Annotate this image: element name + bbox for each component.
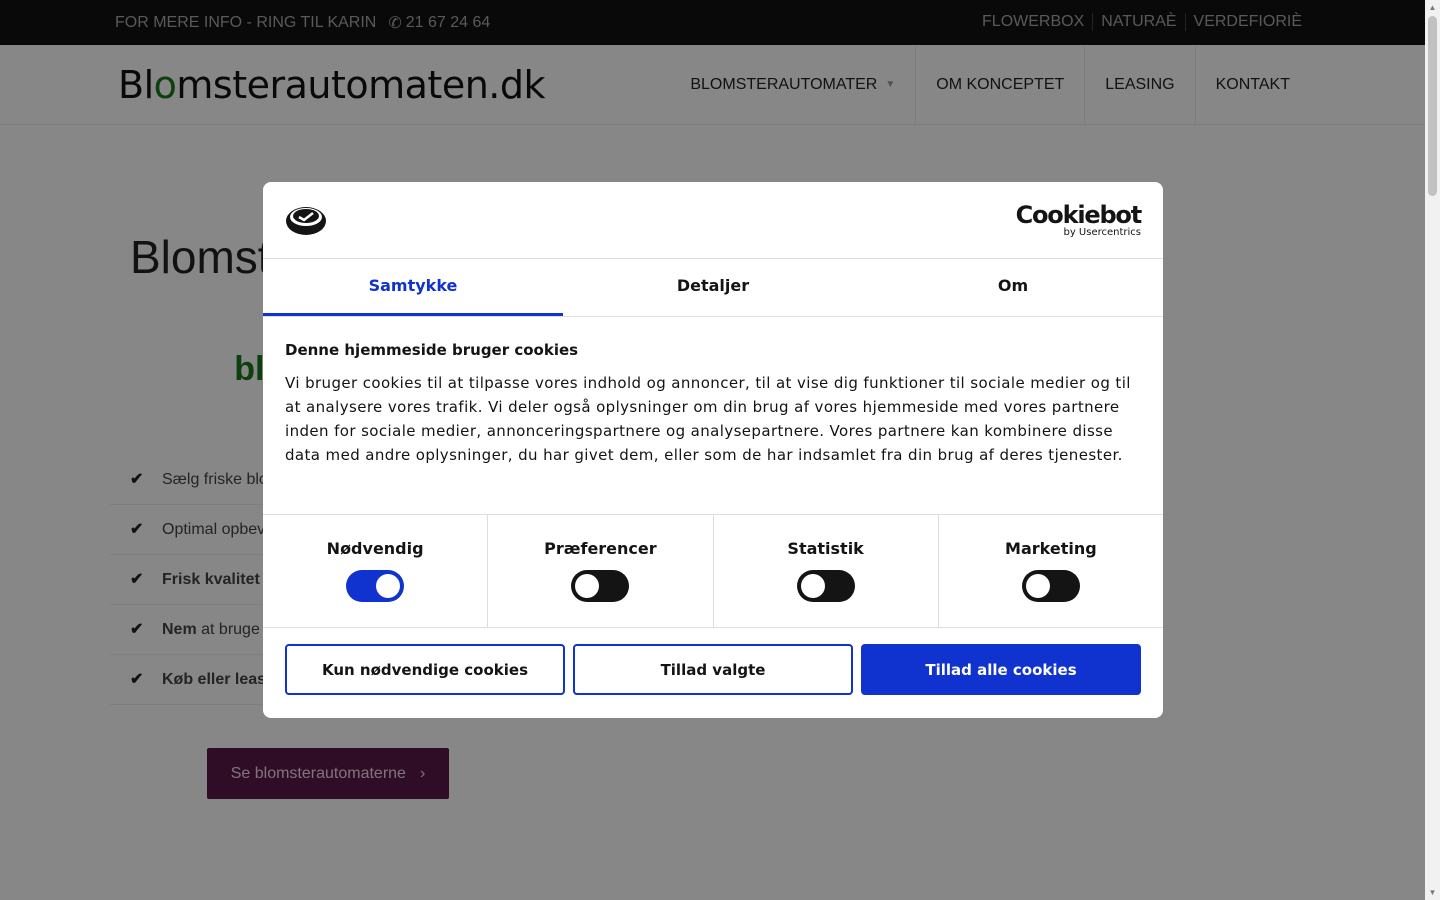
toggle-label: Statistik [787, 539, 864, 558]
switch-knob [575, 574, 600, 598]
scroll-down-icon[interactable]: ▼ [1425, 885, 1440, 900]
dialog-header: Cookiebot by Usercentrics [263, 182, 1163, 259]
switch-knob [800, 574, 825, 598]
statistics-switch[interactable] [796, 570, 855, 602]
marketing-switch[interactable] [1021, 570, 1080, 602]
consent-toggles: Nødvendig Præferencer Statistik Marketin… [263, 514, 1163, 628]
toggle-marketing: Marketing [937, 515, 1163, 627]
scrollbar-thumb[interactable] [1428, 16, 1437, 196]
toggle-statistics: Statistik [712, 515, 938, 627]
dialog-tabs: Samtykke Detaljer Om [263, 259, 1163, 317]
cookiebot-brand[interactable]: Cookiebot by Usercentrics [1015, 201, 1143, 238]
toggle-necessary: Nødvendig [263, 515, 487, 627]
necessary-switch[interactable] [346, 570, 405, 602]
dialog-body: Denne hjemmeside bruger cookies Vi bruge… [263, 317, 1163, 489]
switch-knob [376, 574, 401, 598]
dialog-heading: Denne hjemmeside bruger cookies [285, 341, 579, 359]
allow-all-button[interactable]: Tillad alle cookies [861, 644, 1141, 695]
cookie-consent-dialog: Cookiebot by Usercentrics Samtykke Detal… [263, 182, 1163, 718]
cookiebot-logo-icon [286, 207, 326, 235]
dialog-description: Vi bruger cookies til at tilpasse vores … [285, 374, 1131, 464]
toggle-label: Præferencer [544, 539, 657, 558]
brand-sub: by Usercentrics [1063, 227, 1141, 238]
tab-om[interactable]: Om [863, 259, 1163, 316]
scroll-up-icon[interactable]: ▲ [1425, 0, 1440, 15]
allow-selected-button[interactable]: Tillad valgte [573, 644, 853, 695]
toggle-preferences: Præferencer [487, 515, 712, 627]
necessary-only-button[interactable]: Kun nødvendige cookies [285, 644, 565, 695]
tab-detaljer[interactable]: Detaljer [563, 259, 863, 316]
toggle-label: Nødvendig [326, 539, 424, 558]
brand-name: Cookiebot [1015, 201, 1143, 229]
preferences-switch[interactable] [571, 570, 630, 602]
page-scrollbar[interactable]: ▲ ▼ [1425, 0, 1440, 900]
switch-knob [1025, 574, 1050, 598]
tab-samtykke[interactable]: Samtykke [263, 259, 563, 316]
dialog-buttons: Kun nødvendige cookies Tillad valgte Til… [285, 644, 1141, 695]
toggle-label: Marketing [1005, 539, 1097, 558]
